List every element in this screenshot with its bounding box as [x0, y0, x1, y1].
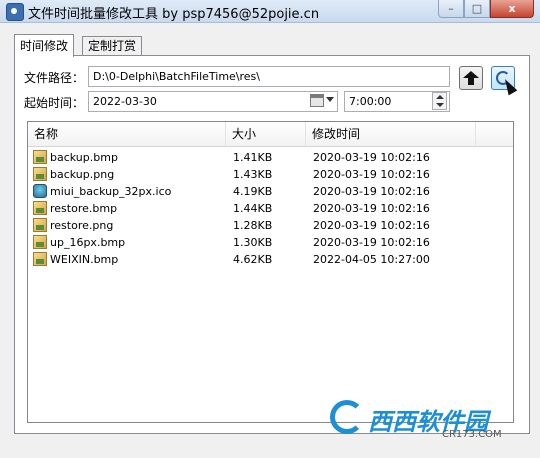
list-header: 名称 大小 修改时间 [28, 122, 513, 147]
up-arrow-icon [463, 71, 479, 85]
list-item[interactable]: restore.png 1.28KB 2020-03-19 10:02:16 [28, 217, 513, 234]
spin-up-icon[interactable] [436, 95, 444, 99]
file-name: backup.png [50, 168, 115, 181]
app-icon [6, 3, 24, 21]
path-input[interactable]: D:\0-Delphi\BatchFileTime\res\ [88, 66, 450, 87]
chevron-down-icon[interactable] [326, 97, 334, 102]
image-file-icon [33, 167, 47, 181]
list-item[interactable]: backup.png 1.43KB 2020-03-19 10:02:16 [28, 166, 513, 183]
list-item[interactable]: backup.bmp 1.41KB 2020-03-19 10:02:16 [28, 149, 513, 166]
file-size: 4.19KB [233, 185, 273, 198]
image-file-icon [33, 218, 47, 232]
title-bar: 文件时间批量修改工具 by psp7456@52pojie.cn – □ x [0, 0, 540, 23]
list-item[interactable]: restore.bmp 1.44KB 2020-03-19 10:02:16 [28, 200, 513, 217]
list-item[interactable]: WEIXIN.bmp 4.62KB 2022-04-05 10:27:00 [28, 251, 513, 268]
window-title: 文件时间批量修改工具 by psp7456@52pojie.cn [28, 7, 320, 22]
watermark: 西西软件园 CR173.COM [330, 398, 520, 440]
column-header-size[interactable]: 大小 [226, 122, 306, 146]
image-file-icon [33, 201, 47, 215]
file-modified: 2020-03-19 10:02:16 [313, 236, 430, 249]
file-size: 1.43KB [233, 168, 273, 181]
up-folder-button[interactable] [459, 66, 483, 90]
column-header-modified[interactable]: 修改时间 [306, 122, 476, 146]
file-size: 4.62KB [233, 253, 273, 266]
calendar-icon[interactable] [310, 94, 324, 107]
file-name: up_16px.bmp [50, 236, 126, 249]
minimize-button[interactable]: – [438, 0, 464, 18]
image-file-icon [33, 150, 47, 164]
list-item[interactable]: up_16px.bmp 1.30KB 2020-03-19 10:02:16 [28, 234, 513, 251]
file-name: restore.png [50, 219, 114, 232]
file-modified: 2020-03-19 10:02:16 [313, 219, 430, 232]
column-header-name[interactable]: 名称 [28, 122, 226, 146]
file-list[interactable]: 名称 大小 修改时间 backup.bmp 1.41KB 2020-03-19 … [27, 121, 514, 423]
file-name: backup.bmp [50, 151, 118, 164]
file-name: WEIXIN.bmp [50, 253, 119, 266]
file-modified: 2020-03-19 10:02:16 [313, 168, 430, 181]
list-item[interactable]: miui_backup_32px.ico 4.19KB 2020-03-19 1… [28, 183, 513, 200]
file-name: miui_backup_32px.ico [50, 185, 172, 198]
maximize-button[interactable]: □ [464, 0, 490, 18]
file-modified: 2020-03-19 10:02:16 [313, 151, 430, 164]
tab-donate[interactable]: 定制打赏 [82, 36, 143, 56]
tab-time-modify[interactable]: 时间修改 [14, 34, 75, 57]
file-modified: 2022-04-05 10:27:00 [313, 253, 430, 266]
path-label: 文件路径： [24, 71, 85, 85]
start-time-label: 起始时间： [24, 96, 85, 110]
window-controls: – □ x [438, 0, 534, 18]
date-picker[interactable]: 2022-03-30 [88, 91, 338, 112]
watermark-logo-icon [330, 400, 364, 434]
file-size: 1.44KB [233, 202, 273, 215]
time-spinner[interactable] [432, 92, 447, 110]
close-button[interactable]: x [490, 0, 534, 18]
spin-down-icon[interactable] [436, 103, 444, 107]
image-file-icon [33, 252, 47, 266]
ico-file-icon [33, 184, 47, 198]
file-name: restore.bmp [50, 202, 118, 215]
file-modified: 2020-03-19 10:02:16 [313, 202, 430, 215]
file-size: 1.30KB [233, 236, 273, 249]
file-modified: 2020-03-19 10:02:16 [313, 185, 430, 198]
file-size: 1.28KB [233, 219, 273, 232]
file-size: 1.41KB [233, 151, 273, 164]
watermark-url: CR173.COM [442, 429, 502, 440]
image-file-icon [33, 235, 47, 249]
